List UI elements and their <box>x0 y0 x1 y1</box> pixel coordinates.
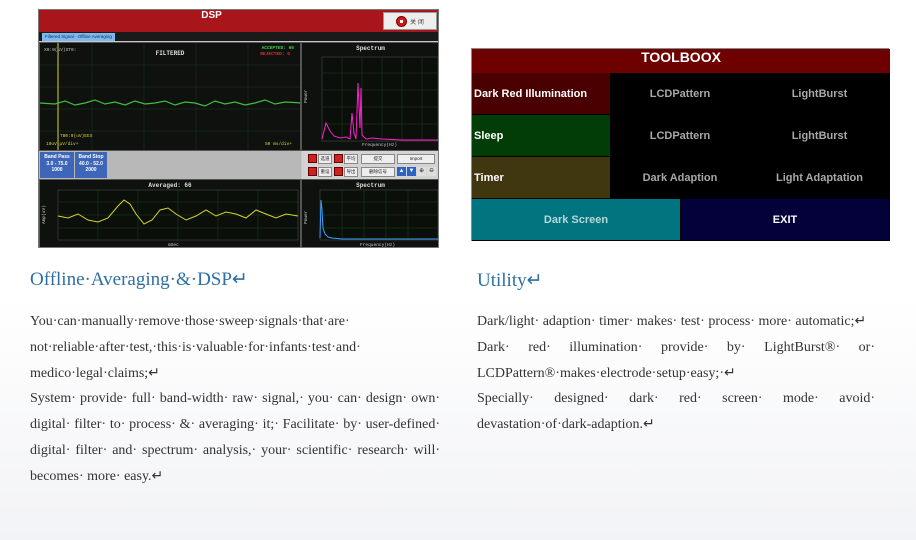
lightburst-button-row2[interactable]: LightBurst <box>750 115 890 157</box>
dsp-title: DSP <box>201 10 222 21</box>
reset-icon[interactable] <box>308 167 317 176</box>
light-adaptation-button[interactable]: Light Adaptation <box>750 157 890 199</box>
export-button[interactable]: 导出 <box>344 167 358 177</box>
averaged-ylabel: Amp(uV) <box>42 205 47 224</box>
dsp-tab-strip: Filtered Signal - Offline Averaging <box>39 32 438 41</box>
accepted-count: ACCEPTED: 66 <box>261 46 294 51</box>
averaged-panel: Averaged: 66 Amp(uV) mSec <box>39 179 301 248</box>
band-pass-box[interactable]: Band Pass 3.0 - 75.0 1000 <box>40 152 74 178</box>
right-paragraph-1: Dark/light· adaption· timer· makes· test… <box>477 314 867 329</box>
close-label: 关 闭 <box>410 19 424 26</box>
reset-button[interactable]: 重设 <box>318 167 332 177</box>
dark-red-illumination-button[interactable]: Dark Red Illumination <box>472 73 611 115</box>
spectrum2-xlabel: Frequency(Hz) <box>360 243 396 248</box>
timer-button[interactable]: Timer <box>472 157 611 199</box>
dsp-window: DSP 关 闭 Filtered Signal - Offline Averag… <box>38 9 439 248</box>
right-description: Dark/light· adaption· timer· makes· test… <box>477 309 875 438</box>
spectrum-plot-bottom <box>319 189 438 241</box>
rejected-count: REJECTED: 0 <box>260 52 290 57</box>
export-icon[interactable] <box>334 167 343 176</box>
toolbox-window: TOOLBOOX Dark Red Illumination LCDPatter… <box>471 48 890 241</box>
dsp-title-bar: DSP 关 闭 <box>39 10 438 32</box>
select-channel-button[interactable]: 选道 <box>318 154 332 164</box>
toolbox-title: TOOLBOOX <box>472 49 890 73</box>
time-scale: 50 ms/div+ <box>264 142 292 147</box>
offline-averaging-heading: Offline·Averaging·&·DSP↵ <box>30 269 248 290</box>
lcdpattern-button-row2[interactable]: LCDPattern <box>611 115 750 157</box>
delete-signal-button[interactable]: 删除信号 <box>361 167 395 177</box>
band-stop-label: Band Stop <box>78 154 104 160</box>
left-description: You·can·manually·remove·those·sweep·sign… <box>30 309 440 490</box>
spectrum-ylabel: Power <box>304 89 309 103</box>
timebase-readout: TB0:0(uV)EEX <box>60 134 93 139</box>
exit-button[interactable]: EXIT <box>681 199 890 241</box>
arrow-down-icon[interactable]: ▼ <box>407 167 416 176</box>
averaged-xlabel: mSec <box>168 243 179 248</box>
band-stop-box[interactable]: Band Stop 40.0 - 52.0 2000 <box>75 152 107 178</box>
import-button[interactable]: Import <box>397 154 435 164</box>
filtered-offset-readout: X0:0(uV)ST0: <box>44 48 77 53</box>
zoom-in-icon[interactable]: ⊕ <box>417 167 426 176</box>
averaged-waveform <box>57 189 299 241</box>
spectrum-plot-top <box>321 56 438 142</box>
spectrum2-ylabel: Power <box>304 210 309 224</box>
band-pass-value: 1000 <box>51 167 63 173</box>
dark-screen-button[interactable]: Dark Screen <box>472 199 681 241</box>
band-filter-bar: Band Pass 3.0 - 75.0 1000 Band Stop 40.0… <box>39 151 301 179</box>
stop-icon <box>396 15 408 27</box>
lcdpattern-button-row1[interactable]: LCDPattern <box>611 73 750 115</box>
right-paragraph-3: Specially· designed· dark· red· screen· … <box>477 391 875 433</box>
band-pass-label: Band Pass <box>44 154 70 160</box>
amplitude-scale: 10uV µV/div+ <box>46 142 79 147</box>
average-icon[interactable] <box>334 154 343 163</box>
submit-button[interactable]: 提交 <box>361 154 395 164</box>
utility-heading: Utility↵ <box>477 270 543 291</box>
average-button[interactable]: 平均 <box>344 154 358 164</box>
zoom-out-icon[interactable]: ⊖ <box>427 167 436 176</box>
control-panel: 选道 平均 重设 导出 提交 Import 删除信号 ▲ ▼ ⊕ ⊖ <box>302 151 438 179</box>
close-button[interactable]: 关 闭 <box>383 12 437 30</box>
arrow-up-icon[interactable]: ▲ <box>397 167 406 176</box>
band-stop-value: 2000 <box>85 167 97 173</box>
spectrum-panel-top: Spectrum Power Frequency(Hz) <box>301 42 438 151</box>
select-channel-icon[interactable] <box>308 154 317 163</box>
sleep-button[interactable]: Sleep <box>472 115 611 157</box>
spectrum-xlabel: Frequency(Hz) <box>362 143 398 148</box>
left-paragraph-1: You·can·manually·remove·those·sweep·sign… <box>30 314 361 381</box>
left-paragraph-2: System· provide· full· band-width· raw· … <box>30 391 440 484</box>
filtered-signal-panel: FILTERED X0:0(uV)ST0: ACCEPTED: 66 REJEC… <box>39 42 301 151</box>
spectrum-panel-bottom: Spectrum Power Frequency(Hz) <box>301 179 438 248</box>
tab-offline-averaging[interactable]: Filtered Signal - Offline Averaging <box>42 33 115 41</box>
lightburst-button-row1[interactable]: LightBurst <box>750 73 890 115</box>
dark-adaption-button[interactable]: Dark Adaption <box>611 157 750 199</box>
right-paragraph-2: Dark· red· illumination· provide· by· Li… <box>477 339 875 381</box>
